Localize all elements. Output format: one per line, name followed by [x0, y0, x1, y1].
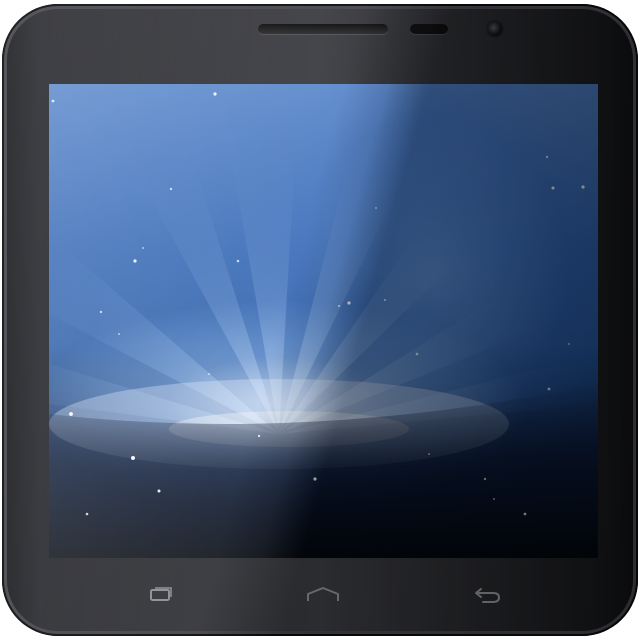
earpiece-speaker — [258, 24, 388, 34]
front-camera-icon — [488, 22, 502, 36]
recent-apps-button[interactable] — [131, 580, 191, 610]
back-button[interactable] — [455, 580, 515, 610]
wallpaper — [49, 84, 598, 558]
proximity-sensor — [410, 24, 448, 34]
recent-apps-icon — [150, 587, 172, 601]
home-button[interactable] — [293, 580, 353, 610]
product-image — [0, 0, 640, 640]
phone-body — [2, 4, 638, 636]
back-icon — [475, 588, 501, 603]
navigation-bar — [49, 580, 598, 616]
home-icon — [307, 587, 339, 601]
display-screen — [49, 84, 598, 558]
